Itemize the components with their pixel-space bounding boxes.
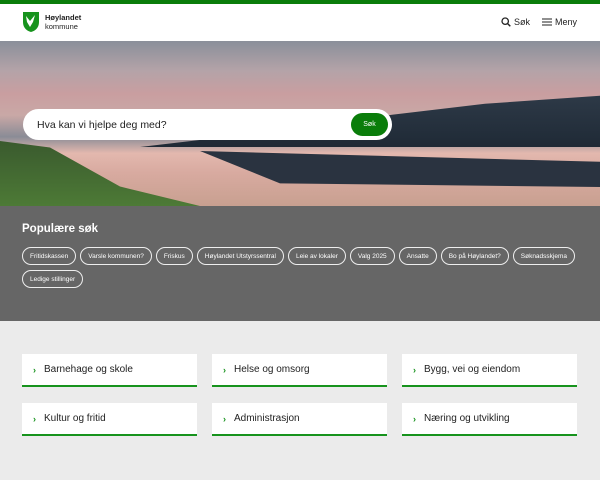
logo[interactable]: Høylandet kommune <box>22 11 81 33</box>
coat-of-arms-icon <box>23 12 39 32</box>
chip[interactable]: Ansatte <box>398 247 437 265</box>
chevron-right-icon: › <box>33 413 36 424</box>
popular-title: Populære søk <box>22 223 99 235</box>
chip[interactable]: Høylandet Utstyrssentral <box>196 247 284 265</box>
logo-name: Høylandet <box>45 13 82 22</box>
category-label: Kultur og fritid <box>44 413 106 424</box>
chip[interactable]: Fritidskassen <box>22 247 77 265</box>
chevron-right-icon: › <box>413 413 416 424</box>
category-card[interactable]: › Bygg, vei og eiendom <box>402 354 577 387</box>
chevron-right-icon: › <box>33 364 36 375</box>
chip[interactable]: Valg 2025 <box>349 247 395 265</box>
chevron-right-icon: › <box>223 364 226 375</box>
hero-image: Søk <box>0 41 600 206</box>
category-label: Administrasjon <box>234 413 300 424</box>
site-header: Høylandet kommune Søk Meny <box>0 4 600 41</box>
category-grid: › Barnehage og skole › Helse og omsorg › By… <box>22 354 577 436</box>
popular-searches: Populære søk Fritidskassen Varsle kommun… <box>0 206 600 321</box>
shore <box>0 141 200 206</box>
chevron-right-icon: › <box>413 364 416 375</box>
menu-label: Meny <box>554 17 577 27</box>
search-link-label: Søk <box>513 17 530 27</box>
water-reflection <box>200 151 600 187</box>
category-label: Næring og utvikling <box>424 413 510 424</box>
chip[interactable]: Leie av lokaler <box>287 247 346 265</box>
category-card[interactable]: › Barnehage og skole <box>22 354 197 387</box>
search-button[interactable]: Søk <box>351 113 388 136</box>
search-link[interactable]: Søk <box>501 17 530 27</box>
category-card[interactable]: › Helse og omsorg <box>212 354 387 387</box>
search-input[interactable] <box>37 118 392 131</box>
category-label: Bygg, vei og eiendom <box>424 364 521 375</box>
category-card[interactable]: › Næring og utvikling <box>402 403 577 436</box>
chip[interactable]: Ledige stillinger <box>22 270 84 288</box>
chip[interactable]: Friskus <box>155 247 193 265</box>
category-label: Barnehage og skole <box>44 364 133 375</box>
category-card[interactable]: › Administrasjon <box>212 403 387 436</box>
logo-sub: kommune <box>45 22 78 31</box>
category-label: Helse og omsorg <box>234 364 310 375</box>
category-card[interactable]: › Kultur og fritid <box>22 403 197 436</box>
chevron-right-icon: › <box>223 413 226 424</box>
chip[interactable]: Søknadsskjema <box>512 247 576 265</box>
chip[interactable]: Varsle kommunen? <box>80 247 152 265</box>
menu-button[interactable]: Meny <box>541 17 577 27</box>
hamburger-icon <box>541 18 552 26</box>
chip[interactable]: Bo på Høylandet? <box>440 247 509 265</box>
hero-search: Søk <box>23 109 392 140</box>
search-icon <box>501 17 511 27</box>
